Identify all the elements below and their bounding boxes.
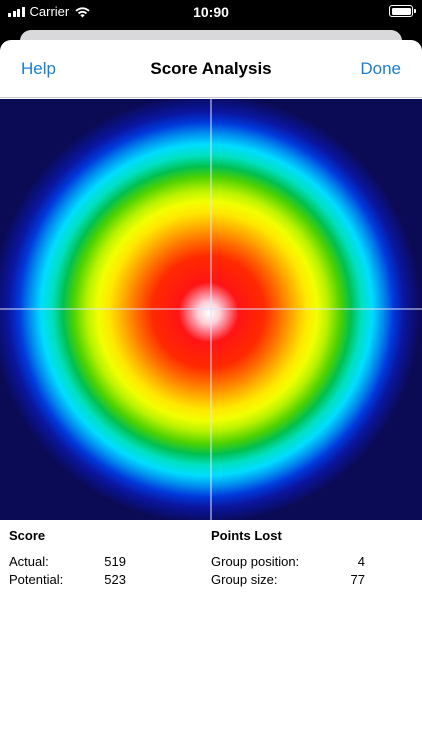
group-position-label: Group position: xyxy=(211,554,300,569)
group-size-value: 77 xyxy=(350,572,365,587)
page-title: Score Analysis xyxy=(150,59,272,78)
navigation-bar: Help Score Analysis Done xyxy=(0,40,422,98)
group-size-row: Group size: 77 xyxy=(211,572,411,590)
potential-label: Potential: xyxy=(9,572,64,587)
actual-label: Actual: xyxy=(9,554,49,569)
score-analysis-sheet: Help Score Analysis Done Score Actual: 5… xyxy=(0,40,422,750)
potential-value: 523 xyxy=(104,572,126,587)
points-lost-section: Points Lost Group position: 4 Group size… xyxy=(211,528,411,590)
actual-row: Actual: 519 xyxy=(9,554,189,572)
score-heading: Score xyxy=(9,528,46,543)
heatmap-graphic xyxy=(0,99,422,520)
group-position-row: Group position: 4 xyxy=(211,554,411,572)
status-time: 10:90 xyxy=(193,4,229,20)
battery-icon xyxy=(389,5,416,17)
done-button[interactable]: Done xyxy=(360,59,401,79)
potential-row: Potential: 523 xyxy=(9,572,189,590)
points-lost-heading: Points Lost xyxy=(211,528,282,543)
score-section: Score Actual: 519 Potential: 523 xyxy=(9,528,189,590)
group-position-value: 4 xyxy=(357,554,365,569)
group-size-label: Group size: xyxy=(211,572,278,587)
score-heatmap xyxy=(0,99,422,520)
actual-value: 519 xyxy=(104,554,126,569)
status-bar: Carrier 10:90 xyxy=(0,0,422,24)
